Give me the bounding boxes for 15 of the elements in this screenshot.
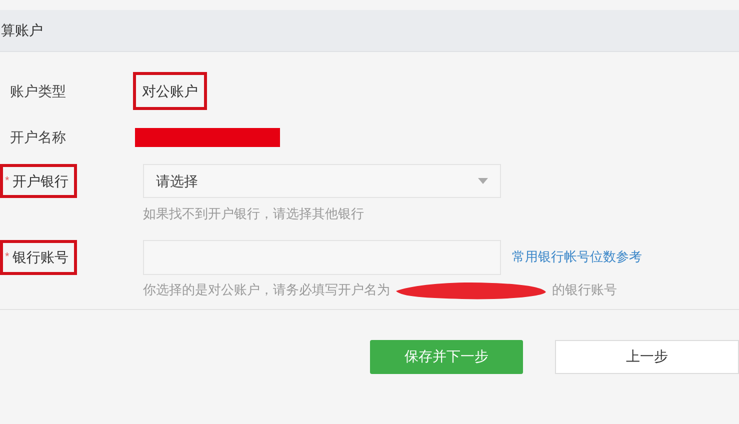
highlighted-value: 对公账户 <box>133 72 207 110</box>
caret-icon <box>478 178 488 184</box>
hint-text: 如果找不到开户银行，请选择其他银行 <box>143 205 365 223</box>
section-title: 算账户 <box>1 21 43 40</box>
highlighted-label: * 银行账号 <box>0 240 78 274</box>
hint-text: 你选择的是对公账户，请务必填写开户名为 <box>143 280 390 299</box>
hint-text: 的银行账号 <box>552 280 617 299</box>
highlighted-label: * 开户银行 <box>0 164 78 198</box>
field-label: 开户名称 <box>9 128 66 146</box>
field-label: 账户类型 <box>9 82 66 100</box>
required-mark: * <box>5 250 10 265</box>
bank-select[interactable]: 请选择 <box>143 164 501 198</box>
previous-button[interactable]: 上一步 <box>555 340 739 374</box>
reference-link[interactable]: 常用银行帐号位数参考 <box>512 247 642 267</box>
required-mark: * <box>5 174 10 189</box>
